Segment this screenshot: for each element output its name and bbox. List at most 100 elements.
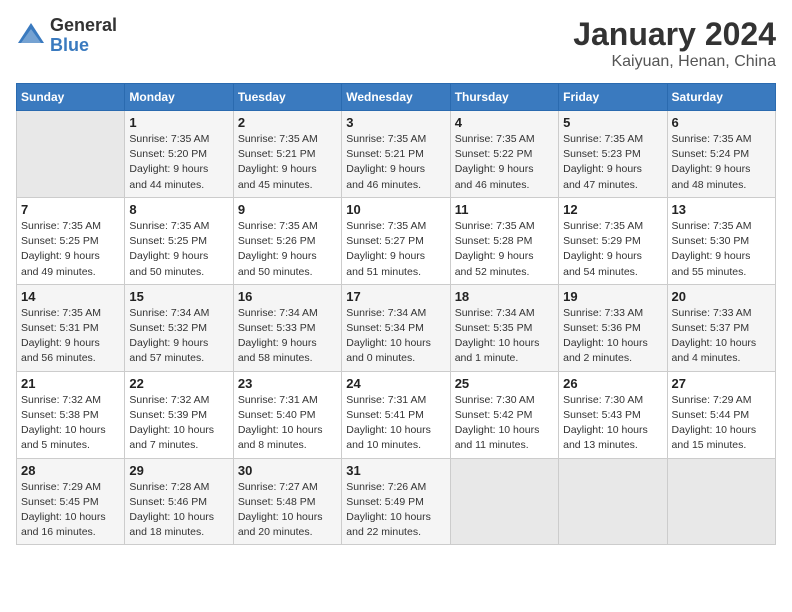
- day-number: 16: [238, 289, 337, 304]
- day-info: Sunrise: 7:32 AM Sunset: 5:38 PM Dayligh…: [21, 393, 120, 454]
- calendar-cell: [450, 458, 558, 545]
- header-thursday: Thursday: [450, 84, 558, 111]
- day-info: Sunrise: 7:33 AM Sunset: 5:37 PM Dayligh…: [672, 306, 771, 367]
- calendar-cell: 27 Sunrise: 7:29 AM Sunset: 5:44 PM Dayli…: [667, 371, 775, 458]
- day-number: 23: [238, 376, 337, 391]
- calendar-cell: 24 Sunrise: 7:31 AM Sunset: 5:41 PM Dayli…: [342, 371, 450, 458]
- calendar-cell: [559, 458, 667, 545]
- calendar-cell: 25 Sunrise: 7:30 AM Sunset: 5:42 PM Dayli…: [450, 371, 558, 458]
- day-info: Sunrise: 7:35 AM Sunset: 5:22 PM Dayligh…: [455, 132, 554, 193]
- day-info: Sunrise: 7:35 AM Sunset: 5:24 PM Dayligh…: [672, 132, 771, 193]
- header-row: Sunday Monday Tuesday Wednesday Thursday…: [17, 84, 776, 111]
- header-monday: Monday: [125, 84, 233, 111]
- day-number: 9: [238, 202, 337, 217]
- day-info: Sunrise: 7:35 AM Sunset: 5:25 PM Dayligh…: [21, 219, 120, 280]
- day-number: 25: [455, 376, 554, 391]
- day-info: Sunrise: 7:29 AM Sunset: 5:44 PM Dayligh…: [672, 393, 771, 454]
- logo: General Blue: [16, 16, 117, 56]
- day-info: Sunrise: 7:31 AM Sunset: 5:41 PM Dayligh…: [346, 393, 445, 454]
- calendar-cell: 30Sunrise: 7:27 AM Sunset: 5:48 PM Dayli…: [233, 458, 341, 545]
- day-info: Sunrise: 7:29 AM Sunset: 5:45 PM Dayligh…: [21, 480, 120, 541]
- day-number: 19: [563, 289, 662, 304]
- day-info: Sunrise: 7:34 AM Sunset: 5:32 PM Dayligh…: [129, 306, 228, 367]
- day-number: 3: [346, 115, 445, 130]
- day-number: 22: [129, 376, 228, 391]
- day-number: 18: [455, 289, 554, 304]
- calendar-cell: 3 Sunrise: 7:35 AM Sunset: 5:21 PM Daylig…: [342, 111, 450, 198]
- calendar-cell: 13Sunrise: 7:35 AM Sunset: 5:30 PM Dayli…: [667, 197, 775, 284]
- day-number: 17: [346, 289, 445, 304]
- calendar-cell: 8Sunrise: 7:35 AM Sunset: 5:25 PM Daylig…: [125, 197, 233, 284]
- title-area: January 2024 Kaiyuan, Henan, China: [573, 16, 776, 71]
- calendar-cell: [17, 111, 125, 198]
- day-info: Sunrise: 7:26 AM Sunset: 5:49 PM Dayligh…: [346, 480, 445, 541]
- day-number: 10: [346, 202, 445, 217]
- day-number: 1: [129, 115, 228, 130]
- calendar-cell: 12Sunrise: 7:35 AM Sunset: 5:29 PM Dayli…: [559, 197, 667, 284]
- day-info: Sunrise: 7:34 AM Sunset: 5:35 PM Dayligh…: [455, 306, 554, 367]
- calendar-cell: 7 Sunrise: 7:35 AM Sunset: 5:25 PM Daylig…: [17, 197, 125, 284]
- header-friday: Friday: [559, 84, 667, 111]
- calendar-cell: 14Sunrise: 7:35 AM Sunset: 5:31 PM Dayli…: [17, 284, 125, 371]
- day-number: 24: [346, 376, 445, 391]
- calendar-week-1: 1 Sunrise: 7:35 AM Sunset: 5:20 PM Daylig…: [17, 111, 776, 198]
- calendar-cell: 29Sunrise: 7:28 AM Sunset: 5:46 PM Dayli…: [125, 458, 233, 545]
- day-info: Sunrise: 7:35 AM Sunset: 5:29 PM Dayligh…: [563, 219, 662, 280]
- day-info: Sunrise: 7:35 AM Sunset: 5:23 PM Dayligh…: [563, 132, 662, 193]
- day-number: 14: [21, 289, 120, 304]
- day-number: 2: [238, 115, 337, 130]
- day-info: Sunrise: 7:28 AM Sunset: 5:46 PM Dayligh…: [129, 480, 228, 541]
- subtitle: Kaiyuan, Henan, China: [573, 53, 776, 71]
- day-info: Sunrise: 7:30 AM Sunset: 5:42 PM Dayligh…: [455, 393, 554, 454]
- logo-text: General Blue: [50, 16, 117, 56]
- calendar-cell: 28 Sunrise: 7:29 AM Sunset: 5:45 PM Dayli…: [17, 458, 125, 545]
- day-info: Sunrise: 7:34 AM Sunset: 5:33 PM Dayligh…: [238, 306, 337, 367]
- day-number: 7: [21, 202, 120, 217]
- day-number: 4: [455, 115, 554, 130]
- calendar-cell: 18 Sunrise: 7:34 AM Sunset: 5:35 PM Dayli…: [450, 284, 558, 371]
- calendar-week-4: 21 Sunrise: 7:32 AM Sunset: 5:38 PM Dayli…: [17, 371, 776, 458]
- day-number: 11: [455, 202, 554, 217]
- day-info: Sunrise: 7:35 AM Sunset: 5:21 PM Dayligh…: [238, 132, 337, 193]
- header-sunday: Sunday: [17, 84, 125, 111]
- calendar-cell: 10 Sunrise: 7:35 AM Sunset: 5:27 PM Dayli…: [342, 197, 450, 284]
- calendar-table: Sunday Monday Tuesday Wednesday Thursday…: [16, 83, 776, 545]
- calendar-week-5: 28 Sunrise: 7:29 AM Sunset: 5:45 PM Dayli…: [17, 458, 776, 545]
- day-info: Sunrise: 7:32 AM Sunset: 5:39 PM Dayligh…: [129, 393, 228, 454]
- calendar-cell: 26Sunrise: 7:30 AM Sunset: 5:43 PM Dayli…: [559, 371, 667, 458]
- day-info: Sunrise: 7:27 AM Sunset: 5:48 PM Dayligh…: [238, 480, 337, 541]
- day-number: 6: [672, 115, 771, 130]
- day-number: 20: [672, 289, 771, 304]
- calendar-cell: 16 Sunrise: 7:34 AM Sunset: 5:33 PM Dayli…: [233, 284, 341, 371]
- calendar-cell: 5Sunrise: 7:35 AM Sunset: 5:23 PM Daylig…: [559, 111, 667, 198]
- calendar-cell: 31 Sunrise: 7:26 AM Sunset: 5:49 PM Dayli…: [342, 458, 450, 545]
- calendar-cell: 19 Sunrise: 7:33 AM Sunset: 5:36 PM Dayli…: [559, 284, 667, 371]
- day-number: 21: [21, 376, 120, 391]
- day-info: Sunrise: 7:35 AM Sunset: 5:28 PM Dayligh…: [455, 219, 554, 280]
- calendar-cell: 23Sunrise: 7:31 AM Sunset: 5:40 PM Dayli…: [233, 371, 341, 458]
- main-title: January 2024: [573, 16, 776, 53]
- header-saturday: Saturday: [667, 84, 775, 111]
- calendar-body: 1 Sunrise: 7:35 AM Sunset: 5:20 PM Daylig…: [17, 111, 776, 545]
- day-number: 8: [129, 202, 228, 217]
- calendar-cell: 22 Sunrise: 7:32 AM Sunset: 5:39 PM Dayli…: [125, 371, 233, 458]
- calendar-cell: 15Sunrise: 7:34 AM Sunset: 5:32 PM Dayli…: [125, 284, 233, 371]
- day-info: Sunrise: 7:35 AM Sunset: 5:30 PM Dayligh…: [672, 219, 771, 280]
- day-info: Sunrise: 7:35 AM Sunset: 5:26 PM Dayligh…: [238, 219, 337, 280]
- calendar-cell: 11 Sunrise: 7:35 AM Sunset: 5:28 PM Dayli…: [450, 197, 558, 284]
- day-info: Sunrise: 7:34 AM Sunset: 5:34 PM Dayligh…: [346, 306, 445, 367]
- calendar-cell: 21 Sunrise: 7:32 AM Sunset: 5:38 PM Dayli…: [17, 371, 125, 458]
- day-number: 31: [346, 463, 445, 478]
- calendar-cell: 6 Sunrise: 7:35 AM Sunset: 5:24 PM Daylig…: [667, 111, 775, 198]
- day-number: 26: [563, 376, 662, 391]
- day-info: Sunrise: 7:35 AM Sunset: 5:21 PM Dayligh…: [346, 132, 445, 193]
- calendar-cell: 20 Sunrise: 7:33 AM Sunset: 5:37 PM Dayli…: [667, 284, 775, 371]
- day-number: 28: [21, 463, 120, 478]
- day-info: Sunrise: 7:35 AM Sunset: 5:27 PM Dayligh…: [346, 219, 445, 280]
- day-info: Sunrise: 7:35 AM Sunset: 5:20 PM Dayligh…: [129, 132, 228, 193]
- logo-icon: [16, 21, 46, 51]
- calendar-cell: 1 Sunrise: 7:35 AM Sunset: 5:20 PM Daylig…: [125, 111, 233, 198]
- page-header: General Blue January 2024 Kaiyuan, Henan…: [16, 16, 776, 71]
- day-info: Sunrise: 7:33 AM Sunset: 5:36 PM Dayligh…: [563, 306, 662, 367]
- day-number: 27: [672, 376, 771, 391]
